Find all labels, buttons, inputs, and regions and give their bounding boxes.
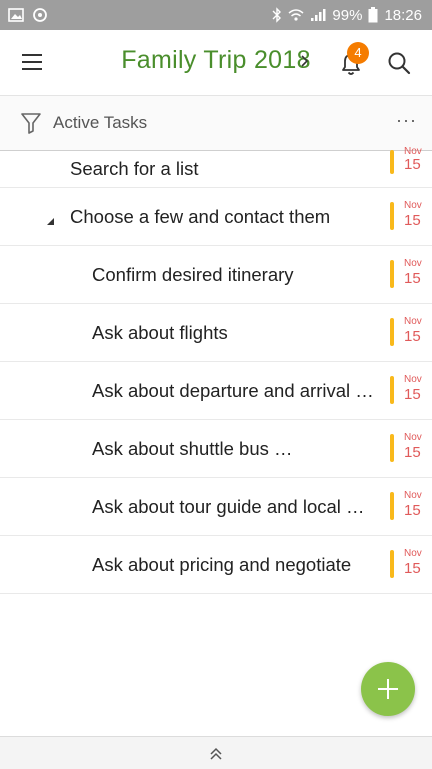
- task-title: Ask about departure and arrival …: [92, 379, 374, 401]
- project-title[interactable]: Family Trip 2018: [121, 46, 311, 75]
- task-row[interactable]: Ask about flights Nov 15: [0, 304, 432, 362]
- plus-icon: [378, 679, 398, 699]
- due-day: 15: [404, 444, 421, 461]
- wifi-icon: [288, 8, 304, 22]
- due-day: 15: [404, 560, 421, 577]
- due-indicator: [390, 318, 394, 346]
- due-indicator: [390, 550, 394, 578]
- image-icon: [8, 8, 24, 22]
- due-indicator: [390, 260, 394, 288]
- task-row[interactable]: Ask about shuttle bus … Nov 15: [0, 420, 432, 478]
- due-month: Nov: [404, 200, 422, 211]
- task-title: Ask about tour guide and local …: [92, 495, 365, 517]
- due-indicator: [390, 492, 394, 520]
- filter-icon[interactable]: [20, 111, 42, 135]
- due-month: Nov: [404, 548, 422, 559]
- add-task-button[interactable]: [361, 662, 415, 716]
- sync-icon: [32, 7, 48, 23]
- search-icon[interactable]: [386, 50, 412, 76]
- bluetooth-icon: [272, 7, 282, 23]
- due-day: 15: [404, 328, 421, 345]
- clock: 18:26: [384, 6, 422, 24]
- due-month: Nov: [404, 374, 422, 385]
- collapse-triangle-icon[interactable]: [47, 213, 55, 225]
- task-list: Search for a list Nov 15 Choose a few an…: [0, 146, 432, 594]
- notification-badge: 4: [347, 42, 369, 64]
- signal-icon: [310, 8, 326, 22]
- task-title: Ask about flights: [92, 321, 228, 343]
- due-day: 15: [404, 212, 421, 229]
- task-title: Choose a few and contact them: [70, 205, 331, 227]
- task-row[interactable]: Confirm desired itinerary Nov 15: [0, 246, 432, 304]
- due-indicator: [390, 376, 394, 404]
- due-month: Nov: [404, 490, 422, 501]
- due-indicator: [390, 202, 394, 230]
- due-month: Nov: [404, 316, 422, 327]
- chevron-right-icon[interactable]: [298, 52, 312, 70]
- due-day: 15: [404, 502, 421, 519]
- task-row[interactable]: Ask about departure and arrival … Nov 15: [0, 362, 432, 420]
- task-title: Search for a list: [70, 158, 199, 179]
- more-options-icon[interactable]: ···: [396, 110, 417, 131]
- filter-label[interactable]: Active Tasks: [53, 113, 147, 133]
- due-day: 15: [404, 386, 421, 403]
- due-month: Nov: [404, 432, 422, 443]
- bottom-bar: [0, 736, 432, 769]
- due-indicator: [390, 150, 394, 174]
- battery-icon: [368, 7, 378, 23]
- status-bar: 99% 18:26: [0, 0, 432, 30]
- task-row[interactable]: Choose a few and contact them Nov 15: [0, 188, 432, 246]
- due-day: 15: [404, 270, 421, 287]
- task-title: Ask about pricing and negotiate: [92, 553, 352, 575]
- task-row[interactable]: Ask about tour guide and local … Nov 15: [0, 478, 432, 536]
- app-header: Family Trip 2018 4: [0, 30, 432, 94]
- double-chevron-up-icon[interactable]: [208, 747, 224, 761]
- due-month: Nov: [404, 258, 422, 269]
- due-indicator: [390, 434, 394, 462]
- task-row[interactable]: Ask about pricing and negotiate Nov 15: [0, 536, 432, 594]
- battery-percent: 99%: [332, 6, 363, 24]
- due-day: 15: [404, 156, 421, 173]
- task-title: Confirm desired itinerary: [92, 263, 294, 285]
- filter-bar: Active Tasks ···: [0, 95, 432, 151]
- task-title: Ask about shuttle bus …: [92, 437, 293, 459]
- task-row[interactable]: Search for a list Nov 15: [0, 146, 432, 188]
